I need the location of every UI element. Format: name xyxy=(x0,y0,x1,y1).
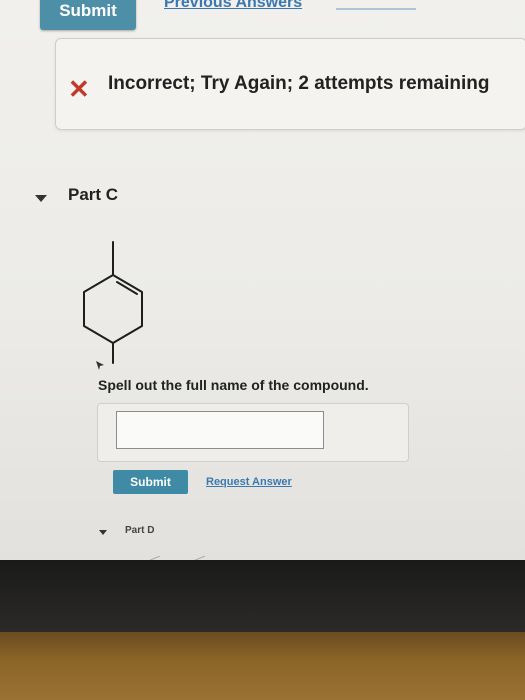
submit-button[interactable]: Submit xyxy=(113,470,188,494)
previous-submit-button[interactable]: Submit xyxy=(40,0,136,30)
monitor-bezel xyxy=(0,560,525,632)
feedback-message: Incorrect; Try Again; 2 attempts remaini… xyxy=(108,73,490,94)
main-page: Submit Previous Answers ✕ Incorrect; Try… xyxy=(0,0,525,562)
chevron-down-icon[interactable] xyxy=(99,530,107,535)
part-d-title: Part D xyxy=(125,525,155,536)
previous-answers-link[interactable]: Previous Answers xyxy=(164,0,302,12)
answer-container xyxy=(97,403,409,462)
part-c-title: Part C xyxy=(68,185,119,204)
compound-name-input[interactable] xyxy=(116,411,324,449)
mouse-cursor-icon xyxy=(96,361,104,370)
desk-surface xyxy=(0,632,525,700)
question-instruction: Spell out the full name of the compound. xyxy=(98,377,369,393)
methylcyclohexene-structure xyxy=(83,241,143,364)
link-fragment xyxy=(336,0,416,10)
x-icon: ✕ xyxy=(68,74,90,104)
request-answer-link[interactable]: Request Answer xyxy=(206,476,292,488)
feedback-box: ✕ Incorrect; Try Again; 2 attempts remai… xyxy=(55,38,525,130)
chevron-down-icon[interactable] xyxy=(35,195,47,202)
